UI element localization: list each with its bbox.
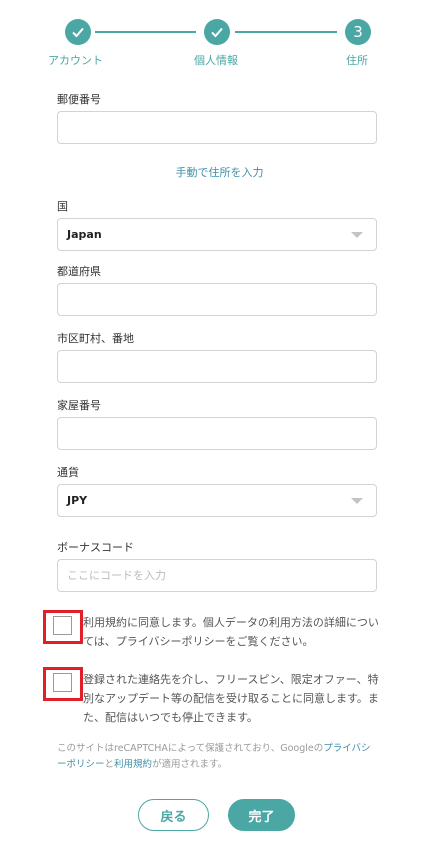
step-1-label: アカウント: [48, 54, 103, 67]
terms-checkbox[interactable]: [53, 616, 72, 635]
country-select[interactable]: Japan: [57, 218, 377, 251]
back-button[interactable]: 戻る: [138, 799, 209, 831]
step-2-label: 個人情報: [194, 54, 238, 67]
recaptcha-prefix: このサイトはreCAPTCHAによって保護されており、Googleの: [57, 743, 324, 754]
country-value: Japan: [67, 228, 102, 241]
step-3-label: 住所: [346, 54, 368, 67]
step-2-check-icon: [204, 19, 230, 45]
step-connector: [235, 31, 337, 33]
terms-consent-text: 利用規約に同意します。個人データの利用方法の詳細については、プライバシーポリシー…: [83, 616, 379, 648]
currency-value: JPY: [67, 494, 88, 507]
postal-code-input[interactable]: [57, 111, 377, 144]
step-3-indicator: 3: [345, 19, 371, 45]
bonus-code-input[interactable]: [57, 559, 377, 592]
marketing-checkbox[interactable]: [53, 673, 72, 692]
terms-link[interactable]: 利用規約: [114, 759, 152, 770]
prefecture-input[interactable]: [57, 283, 377, 316]
complete-button[interactable]: 完了: [228, 799, 295, 831]
currency-label: 通貨: [57, 466, 79, 479]
chevron-down-icon: [351, 497, 363, 504]
recaptcha-suffix: が適用されます。: [152, 759, 228, 770]
manual-address-link[interactable]: 手動で住所を入力: [0, 164, 439, 180]
step-3-number: 3: [353, 23, 363, 41]
registration-stepper: 3 アカウント 個人情報 住所: [0, 0, 439, 75]
recaptcha-notice: このサイトはreCAPTCHAによって保護されており、Googleのプライバシー…: [57, 741, 377, 773]
step-connector: [95, 31, 196, 33]
marketing-consent-text: 登録された連絡先を介し、フリースピン、限定オファー、特別なアップデート等の配信を…: [83, 673, 379, 724]
country-label: 国: [57, 200, 68, 213]
step-1-check-icon: [65, 19, 91, 45]
chevron-down-icon: [351, 231, 363, 238]
room-number-label: 家屋番号: [57, 399, 101, 412]
city-input[interactable]: [57, 350, 377, 383]
prefecture-label: 都道府県: [57, 265, 101, 278]
postal-code-label: 郵便番号: [57, 93, 101, 106]
currency-select[interactable]: JPY: [57, 484, 377, 517]
room-number-input[interactable]: [57, 417, 377, 450]
city-label: 市区町村、番地: [57, 332, 134, 345]
recaptcha-and: と: [104, 759, 115, 770]
bonus-code-label: ボーナスコード: [57, 541, 134, 554]
